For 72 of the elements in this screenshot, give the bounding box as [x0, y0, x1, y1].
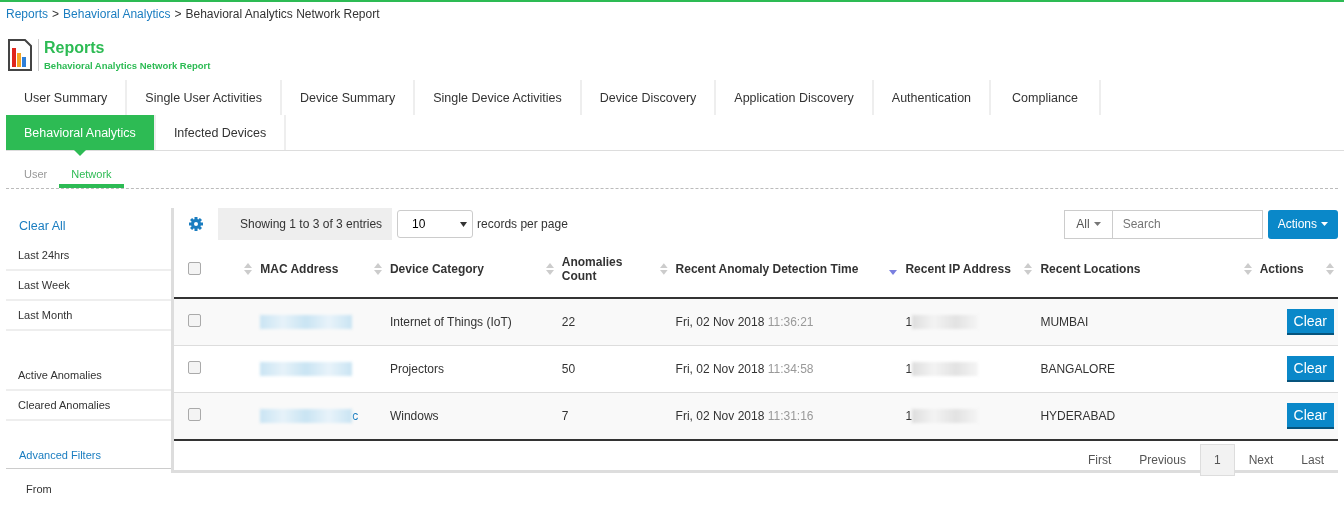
- entries-info: Showing 1 to 3 of 3 entries: [218, 208, 393, 240]
- clear-all-link[interactable]: Clear All: [6, 206, 171, 241]
- pagination-button[interactable]: Next: [1234, 444, 1288, 476]
- clear-button[interactable]: Clear: [1286, 403, 1334, 429]
- actions-button[interactable]: Actions: [1267, 209, 1338, 239]
- pagination-button[interactable]: Previous: [1125, 444, 1200, 476]
- settings-icon[interactable]: [189, 217, 203, 231]
- clear-button[interactable]: Clear: [1286, 356, 1334, 382]
- row-checkbox[interactable]: [188, 361, 201, 374]
- sort-icon[interactable]: [545, 261, 554, 276]
- redacted-ip: [912, 315, 979, 330]
- sort-icon[interactable]: [1243, 261, 1252, 276]
- ip-fragment: 1: [905, 361, 913, 376]
- column-header[interactable]: MAC Address: [260, 261, 339, 276]
- from-label: From: [25, 482, 53, 495]
- search-field[interactable]: Search: [1112, 209, 1263, 239]
- pagination-button[interactable]: First: [1073, 444, 1126, 476]
- advanced-filters-link[interactable]: Advanced Filters: [6, 439, 171, 469]
- select-all-checkbox[interactable]: [188, 262, 201, 275]
- column-header[interactable]: Recent IP Address: [905, 261, 1011, 276]
- breadcrumb-separator: >: [52, 7, 60, 21]
- filter-item[interactable]: Last Month: [6, 301, 171, 331]
- filter-item[interactable]: Last Week: [6, 271, 171, 301]
- page-title: Reports: [44, 39, 106, 57]
- page-size-select[interactable]: 10: [397, 210, 474, 238]
- breadcrumb-current: Behavioral Analytics Network Report: [185, 7, 380, 21]
- caret-icon: [460, 221, 468, 227]
- table-cell: HYDERABAD: [1040, 409, 1116, 423]
- table-cell: Fri, 02 Nov 2018 11:36:21: [675, 315, 814, 329]
- breadcrumb-separator: >: [174, 7, 182, 21]
- column-header[interactable]: Recent Anomaly Detection Time: [675, 261, 859, 276]
- caret-icon: [1321, 222, 1328, 226]
- sort-icon[interactable]: [1326, 261, 1334, 276]
- table-cell: 50: [561, 362, 576, 376]
- filter-dropdown[interactable]: All: [1064, 209, 1113, 239]
- table-cell: Fri, 02 Nov 2018 11:34:58: [675, 362, 814, 376]
- row-checkbox[interactable]: [188, 408, 201, 421]
- sort-icon[interactable]: [659, 261, 668, 276]
- column-header[interactable]: Recent Locations: [1040, 261, 1141, 276]
- filter-item[interactable]: Last 24hrs: [6, 241, 171, 271]
- sort-icon[interactable]: [373, 261, 382, 276]
- records-per-page-label: records per page: [477, 217, 568, 231]
- mac-fragment[interactable]: c: [352, 408, 359, 423]
- breadcrumb-link[interactable]: Behavioral Analytics: [63, 7, 171, 21]
- table-cell: 7: [561, 409, 569, 423]
- clear-button[interactable]: Clear: [1286, 309, 1334, 335]
- column-header[interactable]: Anomalies Count: [561, 254, 656, 283]
- table-cell: Internet of Things (IoT): [389, 315, 512, 329]
- redacted-ip: [912, 362, 979, 377]
- page-subtitle: Behavioral Analytics Network Report: [44, 60, 211, 71]
- redacted-ip: [912, 409, 979, 424]
- pagination-button[interactable]: 1: [1199, 444, 1235, 476]
- sort-icon[interactable]: [244, 261, 253, 276]
- table-cell: Windows: [389, 409, 439, 423]
- pagination-button[interactable]: Last: [1287, 444, 1338, 476]
- breadcrumb-link[interactable]: Reports: [6, 7, 49, 21]
- sort-icon[interactable]: [1024, 261, 1033, 276]
- ip-fragment: 1: [905, 314, 913, 329]
- column-header[interactable]: Device Category: [389, 261, 484, 276]
- row-checkbox[interactable]: [188, 314, 201, 327]
- ip-fragment: 1: [905, 408, 913, 423]
- tab-pointer: [73, 150, 86, 156]
- report-chart-icon: [8, 39, 32, 71]
- filter-item[interactable]: Active Anomalies: [6, 361, 171, 391]
- caret-icon: [1093, 222, 1101, 226]
- table-cell: BANGALORE: [1040, 362, 1116, 376]
- table-cell: MUMBAI: [1040, 315, 1089, 329]
- table-cell: 22: [561, 315, 576, 329]
- column-header[interactable]: Actions: [1259, 261, 1304, 276]
- filter-item[interactable]: Cleared Anomalies: [6, 391, 171, 421]
- table-cell: Fri, 02 Nov 2018 11:31:16: [675, 409, 814, 423]
- table-cell: Projectors: [389, 362, 444, 376]
